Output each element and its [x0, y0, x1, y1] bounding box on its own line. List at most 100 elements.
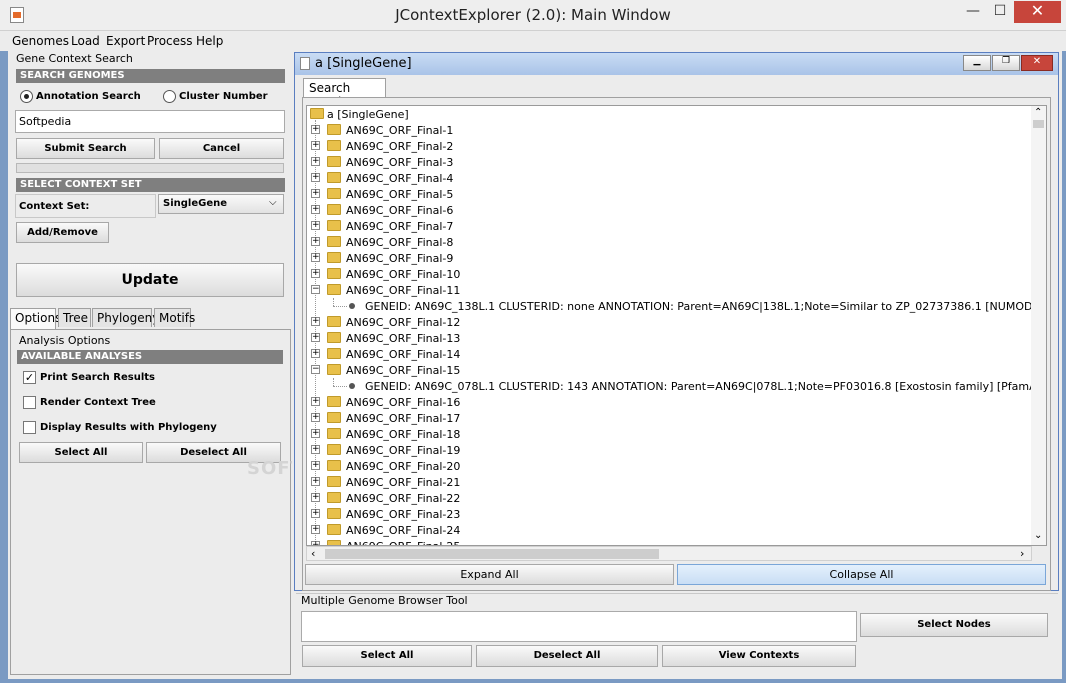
expand-toggle-icon[interactable]: + [311, 493, 320, 502]
collapse-all-button[interactable]: Collapse All [677, 564, 1046, 585]
expand-toggle-icon[interactable]: + [311, 349, 320, 358]
scroll-up-icon[interactable]: ⌃ [1034, 107, 1042, 118]
update-button[interactable]: Update [16, 263, 284, 297]
select-context-header: SELECT CONTEXT SET [16, 178, 285, 192]
horizontal-scrollbar-track[interactable]: ‹ › [306, 546, 1032, 561]
menu-process[interactable]: Process [147, 34, 193, 48]
tree-guide-line [333, 378, 334, 386]
mgb-deselect-all-button[interactable]: Deselect All [476, 645, 658, 667]
internal-frame-titlebar: a [SingleGene] ▁ ❐ ✕ [295, 53, 1058, 75]
window-titlebar: JContextExplorer (2.0): Main Window — ☐ … [0, 0, 1066, 31]
expand-toggle-icon[interactable]: + [311, 445, 320, 454]
mgb-select-all-button[interactable]: Select All [302, 645, 472, 667]
folder-icon [327, 124, 341, 135]
tab-search-results[interactable]: Search Results [303, 78, 386, 109]
results-tree[interactable]: a [SingleGene] + AN69C_ORF_Final-1 + AN69C_… [306, 105, 1047, 546]
expand-toggle-icon[interactable]: + [311, 413, 320, 422]
cluster-number-radio[interactable] [163, 90, 176, 103]
frame-close-button[interactable]: ✕ [1021, 55, 1053, 71]
scroll-thumb-vertical[interactable] [1033, 120, 1044, 128]
expand-toggle-icon[interactable]: + [311, 157, 320, 166]
genome-browser-title: Multiple Genome Browser Tool [301, 594, 468, 607]
expand-toggle-icon[interactable]: + [311, 429, 320, 438]
menu-genomes[interactable]: Genomes [12, 34, 69, 48]
tree-node-label: GENEID: AN69C_078L.1 CLUSTERID: 143 ANNO… [365, 380, 1041, 393]
tree-node-label: AN69C_ORF_Final-24 [346, 524, 461, 537]
maximize-button[interactable]: ☐ [987, 1, 1013, 23]
collapse-toggle-icon[interactable]: − [311, 285, 320, 294]
folder-icon [327, 412, 341, 423]
vertical-scrollbar[interactable]: ⌃ ⌄ [1031, 106, 1046, 545]
expand-toggle-icon[interactable]: + [311, 237, 320, 246]
expand-all-button[interactable]: Expand All [305, 564, 674, 585]
tree-node-label: AN69C_ORF_Final-9 [346, 252, 454, 265]
frame-restore-button[interactable]: ❐ [992, 55, 1020, 71]
tree-root-label: a [SingleGene] [327, 108, 409, 121]
view-contexts-button[interactable]: View Contexts [662, 645, 856, 667]
cancel-button[interactable]: Cancel [159, 138, 284, 159]
menu-help[interactable]: Help [196, 34, 223, 48]
tree-node-label: AN69C_ORF_Final-19 [346, 444, 461, 457]
menu-export[interactable]: Export [106, 34, 145, 48]
window-title: JContextExplorer (2.0): Main Window [395, 6, 671, 24]
expand-toggle-icon[interactable]: + [311, 461, 320, 470]
submit-search-button[interactable]: Submit Search [16, 138, 155, 159]
expand-toggle-icon[interactable]: + [311, 141, 320, 150]
menu-load[interactable]: Load [71, 34, 100, 48]
expand-toggle-icon[interactable]: + [311, 189, 320, 198]
display-phylogeny-checkbox[interactable] [23, 421, 36, 434]
expand-toggle-icon[interactable]: + [311, 253, 320, 262]
scroll-left-icon[interactable]: ‹ [311, 547, 315, 560]
expand-toggle-icon[interactable]: + [311, 269, 320, 278]
tree-node-label: AN69C_ORF_Final-3 [346, 156, 454, 169]
folder-icon [327, 332, 341, 343]
folder-icon [327, 156, 341, 167]
minimize-button[interactable]: — [960, 1, 986, 23]
folder-icon [327, 204, 341, 215]
tree-node-label: AN69C_ORF_Final-2 [346, 140, 454, 153]
expand-toggle-icon[interactable]: + [311, 477, 320, 486]
scroll-thumb-horizontal[interactable] [325, 549, 659, 559]
available-analyses-header: AVAILABLE ANALYSES [17, 350, 283, 364]
collapse-toggle-icon[interactable]: − [311, 365, 320, 374]
tab-phylogeny[interactable]: Phylogeny [92, 308, 159, 327]
context-set-dropdown[interactable]: SingleGene ⌵ [158, 194, 284, 214]
expand-toggle-icon[interactable]: + [311, 333, 320, 342]
expand-toggle-icon[interactable]: + [311, 205, 320, 214]
folder-icon [327, 492, 341, 503]
options-tabstrip: Options Tree Phylogeny Motifs [10, 308, 292, 329]
tab-motifs[interactable]: Motifs [154, 308, 195, 327]
tab-options[interactable]: Options [10, 308, 61, 329]
select-nodes-button[interactable]: Select Nodes [860, 613, 1048, 637]
search-input[interactable]: Softpedia [15, 110, 285, 133]
expand-toggle-icon[interactable]: + [311, 221, 320, 230]
tree-node-label: AN69C_ORF_Final-11 [346, 284, 461, 297]
tree-guide-line [333, 386, 347, 387]
expand-toggle-icon[interactable]: + [311, 525, 320, 534]
context-set-label: Context Set: [19, 201, 90, 212]
folder-icon [327, 524, 341, 535]
options-select-all-button[interactable]: Select All [19, 442, 143, 463]
frame-minimize-button[interactable]: ▁ [963, 55, 991, 71]
add-remove-button[interactable]: Add/Remove [16, 222, 109, 243]
tab-tree[interactable]: Tree [58, 308, 91, 327]
tree-node-label: AN69C_ORF_Final-16 [346, 396, 461, 409]
folder-icon [327, 284, 341, 295]
tree-node-label: AN69C_ORF_Final-23 [346, 508, 461, 521]
render-context-tree-checkbox[interactable] [23, 396, 36, 409]
expand-toggle-icon[interactable]: + [311, 509, 320, 518]
genome-browser-input[interactable] [301, 611, 857, 642]
tree-guide-line [333, 298, 334, 306]
annotation-search-radio[interactable] [20, 90, 33, 103]
expand-toggle-icon[interactable]: + [311, 397, 320, 406]
scroll-right-icon[interactable]: › [1020, 547, 1024, 560]
expand-toggle-icon[interactable]: + [311, 125, 320, 134]
print-search-results-checkbox[interactable]: ✓ [23, 371, 36, 384]
folder-icon [327, 348, 341, 359]
close-button[interactable]: ✕ [1014, 1, 1061, 23]
scroll-down-icon[interactable]: ⌄ [1034, 530, 1042, 541]
tree-node-label: AN69C_ORF_Final-5 [346, 188, 454, 201]
tree-node-label: AN69C_ORF_Final-18 [346, 428, 461, 441]
expand-toggle-icon[interactable]: + [311, 317, 320, 326]
expand-toggle-icon[interactable]: + [311, 173, 320, 182]
